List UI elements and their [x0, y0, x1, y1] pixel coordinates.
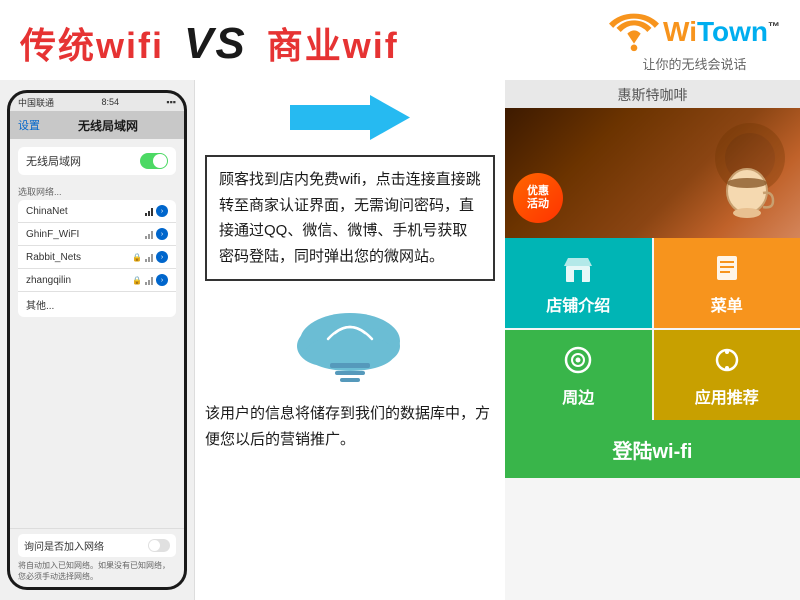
network-name: Rabbit_Nets: [26, 252, 81, 263]
store-grid: 店铺介绍 菜单: [505, 238, 800, 420]
promo-badge: 优惠 活动: [513, 173, 563, 223]
grid-cell-nearby[interactable]: 周边: [505, 330, 652, 420]
arrow-icon: ›: [156, 205, 168, 217]
nearby-icon: [560, 342, 596, 378]
network-name: zhangqilin: [26, 275, 71, 286]
network-list: ChinaNet › GhinF_WiFI ›: [18, 200, 176, 317]
logo-text: WiTown™: [663, 16, 780, 48]
network-item[interactable]: ChinaNet ›: [18, 200, 176, 223]
network-section-label: 选取网络...: [18, 181, 176, 200]
phone-mockup: 中国联通 8:54 ▪▪▪ 设置 无线局域网 无线局域网 选取网络... Chi…: [7, 90, 187, 590]
main-content: 中国联通 8:54 ▪▪▪ 设置 无线局域网 无线局域网 选取网络... Chi…: [0, 80, 800, 600]
network-name: ChinaNet: [26, 206, 68, 217]
network-name: 其他...: [26, 297, 54, 312]
signal-icon: [145, 252, 153, 262]
ask-join-row: 询问是否加入网络: [18, 534, 176, 557]
network-item[interactable]: GhinF_WiFI ›: [18, 223, 176, 246]
network-right: ›: [145, 205, 168, 217]
arrow-icon: ›: [156, 228, 168, 240]
network-item-other[interactable]: 其他...: [18, 292, 176, 317]
header: 传统wifi VS 商业wif WiTown™ 让你的无线会说话: [0, 0, 800, 80]
phone-section: 中国联通 8:54 ▪▪▪ 设置 无线局域网 无线局域网 选取网络... Chi…: [0, 80, 195, 600]
lock-icon: 🔒: [132, 253, 142, 262]
arrow-banner: [205, 90, 495, 145]
login-wifi-button[interactable]: 登陆wi-fi: [505, 420, 800, 478]
login-label: 登陆wi-fi: [613, 435, 693, 464]
phone-status-bar: 中国联通 8:54 ▪▪▪: [10, 93, 184, 111]
menu-icon: [709, 250, 745, 286]
phone-bottom-bar: 询问是否加入网络 将自动加入已知网络。如果没有已知网络，您必须手动选择网络。: [10, 528, 184, 587]
grid-label-menu: 菜单: [711, 292, 743, 316]
grid-label-nearby: 周边: [562, 384, 594, 408]
wifi-toggle-row: 无线局域网: [18, 147, 176, 175]
title-vs: VS: [184, 19, 247, 68]
phone-body: 无线局域网 选取网络... ChinaNet › GhinF_WiFI: [10, 139, 184, 528]
logo-subtitle: 让你的无线会说话: [643, 54, 747, 73]
battery-icon: ▪▪▪: [166, 97, 176, 107]
signal-icon: [145, 229, 153, 239]
store-name: 惠斯特咖啡: [618, 87, 688, 103]
wifi-label: 无线局域网: [26, 153, 81, 169]
signal-icon: [145, 206, 153, 216]
ask-join-label: 询问是否加入网络: [24, 538, 104, 553]
shop-icon: [560, 250, 596, 286]
logo-witown: WiTown™: [609, 12, 780, 52]
store-image: 优惠 活动: [505, 108, 800, 238]
nav-title: 无线局域网: [78, 117, 138, 134]
cloud-text-content: 该用户的信息将储存到我们的数据库中，方便您以后的营销推广。: [205, 401, 495, 452]
coffee-cup-icon: [715, 163, 785, 233]
network-item[interactable]: zhangqilin 🔒 ›: [18, 269, 176, 292]
nav-back[interactable]: 设置: [18, 117, 40, 133]
signal-icon: [145, 275, 153, 285]
cloud-icon: [285, 301, 415, 391]
wifi-toggle[interactable]: [140, 153, 168, 169]
page-title: 传统wifi VS 商业wif: [20, 17, 399, 69]
ask-join-toggle[interactable]: [148, 539, 170, 552]
arrow-icon: ›: [156, 274, 168, 286]
main-text-box: 顾客找到店内免费wifi，点击连接直接跳转至商家认证界面，无需询问密码，直接通过…: [205, 155, 495, 281]
footer-text: 将自动加入已知网络。如果没有已知网络，您必须手动选择网络。: [18, 561, 176, 582]
store-header: 惠斯特咖啡: [505, 80, 800, 108]
time-text: 8:54: [101, 97, 119, 107]
right-section: 惠斯特咖啡 优惠 活动: [505, 80, 800, 600]
grid-label-shop: 店铺介绍: [546, 292, 610, 316]
network-right: 🔒 ›: [132, 251, 168, 263]
carrier-text: 中国联通: [18, 96, 54, 109]
middle-section: 顾客找到店内免费wifi，点击连接直接跳转至商家认证界面，无需询问密码，直接通过…: [195, 80, 505, 600]
title-part1: 传统wifi: [20, 25, 164, 66]
network-right: ›: [145, 228, 168, 240]
main-text-content: 顾客找到店内免费wifi，点击连接直接跳转至商家认证界面，无需询问密码，直接通过…: [219, 171, 481, 265]
phone-nav-bar: 设置 无线局域网: [10, 111, 184, 139]
right-arrow-icon: [290, 90, 410, 145]
apps-icon: [709, 342, 745, 378]
title-part2: 商业wif: [267, 25, 399, 66]
cloud-section: 该用户的信息将储存到我们的数据库中，方便您以后的营销推广。: [205, 301, 495, 452]
grid-cell-shop[interactable]: 店铺介绍: [505, 238, 652, 328]
arrow-icon: ›: [156, 251, 168, 263]
witown-wifi-icon: [609, 12, 659, 52]
grid-label-apps: 应用推荐: [695, 384, 759, 408]
grid-cell-apps[interactable]: 应用推荐: [654, 330, 800, 420]
network-item[interactable]: Rabbit_Nets 🔒 ›: [18, 246, 176, 269]
network-name: GhinF_WiFI: [26, 229, 79, 240]
grid-cell-menu[interactable]: 菜单: [654, 238, 800, 328]
network-right: 🔒 ›: [132, 274, 168, 286]
lock-icon: 🔒: [132, 276, 142, 285]
logo-area: WiTown™ 让你的无线会说话: [609, 12, 780, 73]
